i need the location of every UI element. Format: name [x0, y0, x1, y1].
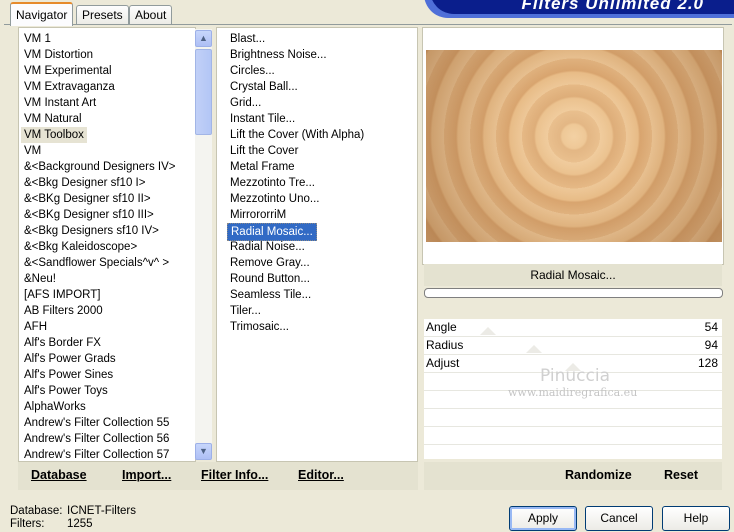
category-item[interactable]: &Neu!: [21, 271, 59, 287]
reset-button[interactable]: Reset: [664, 468, 698, 482]
category-item[interactable]: [AFS IMPORT]: [21, 287, 103, 303]
param-value: 94: [704, 338, 718, 352]
tab-navigator[interactable]: Navigator: [10, 2, 74, 26]
status-filters-label: Filters:: [10, 518, 45, 530]
category-item[interactable]: AFH: [21, 319, 50, 335]
category-item[interactable]: Andrew's Filter Collection 57: [21, 447, 172, 461]
slider-marker-icon[interactable]: [480, 327, 496, 335]
category-item[interactable]: VM: [21, 143, 44, 159]
category-item[interactable]: Alf's Power Grads: [21, 351, 119, 367]
watermark-url: www.maidiregrafica.eu: [508, 386, 638, 399]
category-item[interactable]: VM Distortion: [21, 47, 96, 63]
scroll-thumb[interactable]: [195, 49, 212, 135]
filter-item[interactable]: Radial Noise...: [227, 239, 308, 255]
filter-caption: Radial Mosaic...: [424, 264, 722, 286]
category-item[interactable]: AlphaWorks: [21, 399, 89, 415]
right-action-bar: Randomize Reset: [424, 462, 722, 490]
filter-item[interactable]: Trimosaic...: [227, 319, 292, 335]
filter-item[interactable]: Seamless Tile...: [227, 287, 314, 303]
filter-item[interactable]: Blast...: [227, 31, 268, 47]
left-action-bar: Database Import... Filter Info... Editor…: [18, 462, 418, 490]
status-database-label: Database:: [10, 505, 63, 517]
editor-button[interactable]: Editor...: [298, 468, 344, 482]
import-button[interactable]: Import...: [122, 468, 171, 482]
filter-item[interactable]: Remove Gray...: [227, 255, 313, 271]
filter-item[interactable]: Lift the Cover (With Alpha): [227, 127, 367, 143]
param-value: 54: [704, 320, 718, 334]
app-title: Filters Unlimited 2.0: [521, 0, 704, 13]
status-database-value: ICNET-Filters: [67, 505, 136, 517]
category-item[interactable]: VM Toolbox: [21, 127, 87, 143]
category-list[interactable]: VM 1 VM Distortion VM Experimental VM Extra…: [18, 27, 196, 462]
cancel-button[interactable]: Cancel: [585, 506, 653, 531]
filter-item[interactable]: Round Button...: [227, 271, 313, 287]
filter-list[interactable]: Blast... Brightness Noise... Circles... Cry…: [216, 27, 418, 462]
param-label: Radius: [426, 338, 464, 352]
filter-item[interactable]: Metal Frame: [227, 159, 298, 175]
category-item[interactable]: Andrew's Filter Collection 55: [21, 415, 172, 431]
category-item[interactable]: &<Bkg Designers sf10 IV>: [21, 223, 162, 239]
apply-button[interactable]: Apply: [509, 506, 577, 531]
filter-item[interactable]: Brightness Noise...: [227, 47, 330, 63]
filter-item[interactable]: Grid...: [227, 95, 264, 111]
category-item[interactable]: Alf's Power Sines: [21, 367, 116, 383]
category-item[interactable]: &<Background Designers IV>: [21, 159, 179, 175]
tab-presets[interactable]: Presets: [76, 5, 129, 24]
database-button[interactable]: Database: [31, 468, 87, 482]
param-label: Angle: [426, 320, 457, 334]
tab-about[interactable]: About: [129, 5, 173, 24]
filter-item[interactable]: MirrororriM: [227, 207, 289, 223]
category-item[interactable]: &<Bkg Designer sf10 I>: [21, 175, 148, 191]
scroll-down-icon[interactable]: ▼: [195, 443, 212, 460]
param-row-radius[interactable]: Radius 94: [424, 337, 722, 355]
category-item[interactable]: VM Natural: [21, 111, 85, 127]
filter-item[interactable]: Circles...: [227, 63, 278, 79]
filter-info-button[interactable]: Filter Info...: [201, 468, 268, 482]
slider-marker-icon[interactable]: [526, 345, 542, 353]
filter-item[interactable]: Mezzotinto Tre...: [227, 175, 318, 191]
param-row-empty: [424, 409, 722, 427]
filter-item[interactable]: Crystal Ball...: [227, 79, 301, 95]
category-item[interactable]: Alf's Power Toys: [21, 383, 111, 399]
category-item[interactable]: AB Filters 2000: [21, 303, 106, 319]
help-button[interactable]: Help: [662, 506, 730, 531]
watermark-name: Pinuccia: [540, 366, 610, 386]
param-row-empty: [424, 427, 722, 445]
category-item[interactable]: VM Extravaganza: [21, 79, 118, 95]
scroll-up-icon[interactable]: ▲: [195, 30, 212, 47]
category-item[interactable]: &<Bkg Kaleidoscope>: [21, 239, 140, 255]
category-scrollbar[interactable]: ▲ ▼: [195, 29, 212, 460]
filter-item[interactable]: Tiler...: [227, 303, 264, 319]
category-item[interactable]: &<BKg Designer sf10 III>: [21, 207, 157, 223]
filter-item[interactable]: Mezzotinto Uno...: [227, 191, 322, 207]
param-row-angle[interactable]: Angle 54: [424, 319, 722, 337]
preview-image: [426, 50, 722, 242]
randomize-button[interactable]: Randomize: [565, 468, 632, 482]
filter-item[interactable]: Lift the Cover: [227, 143, 301, 159]
category-item[interactable]: &<Sandflower Specials^v^ >: [21, 255, 172, 271]
tab-border: [4, 24, 732, 25]
category-item[interactable]: Andrew's Filter Collection 56: [21, 431, 172, 447]
category-item[interactable]: VM Experimental: [21, 63, 115, 79]
category-item[interactable]: &<BKg Designer sf10 II>: [21, 191, 154, 207]
status-filters-value: 1255: [67, 518, 93, 530]
filter-item[interactable]: Instant Tile...: [227, 111, 298, 127]
param-value: 128: [697, 356, 718, 370]
progress-bar: [424, 288, 723, 298]
category-item[interactable]: VM Instant Art: [21, 95, 99, 111]
category-item[interactable]: Alf's Border FX: [21, 335, 104, 351]
param-label: Adjust: [426, 356, 460, 370]
category-item[interactable]: VM 1: [21, 31, 54, 47]
